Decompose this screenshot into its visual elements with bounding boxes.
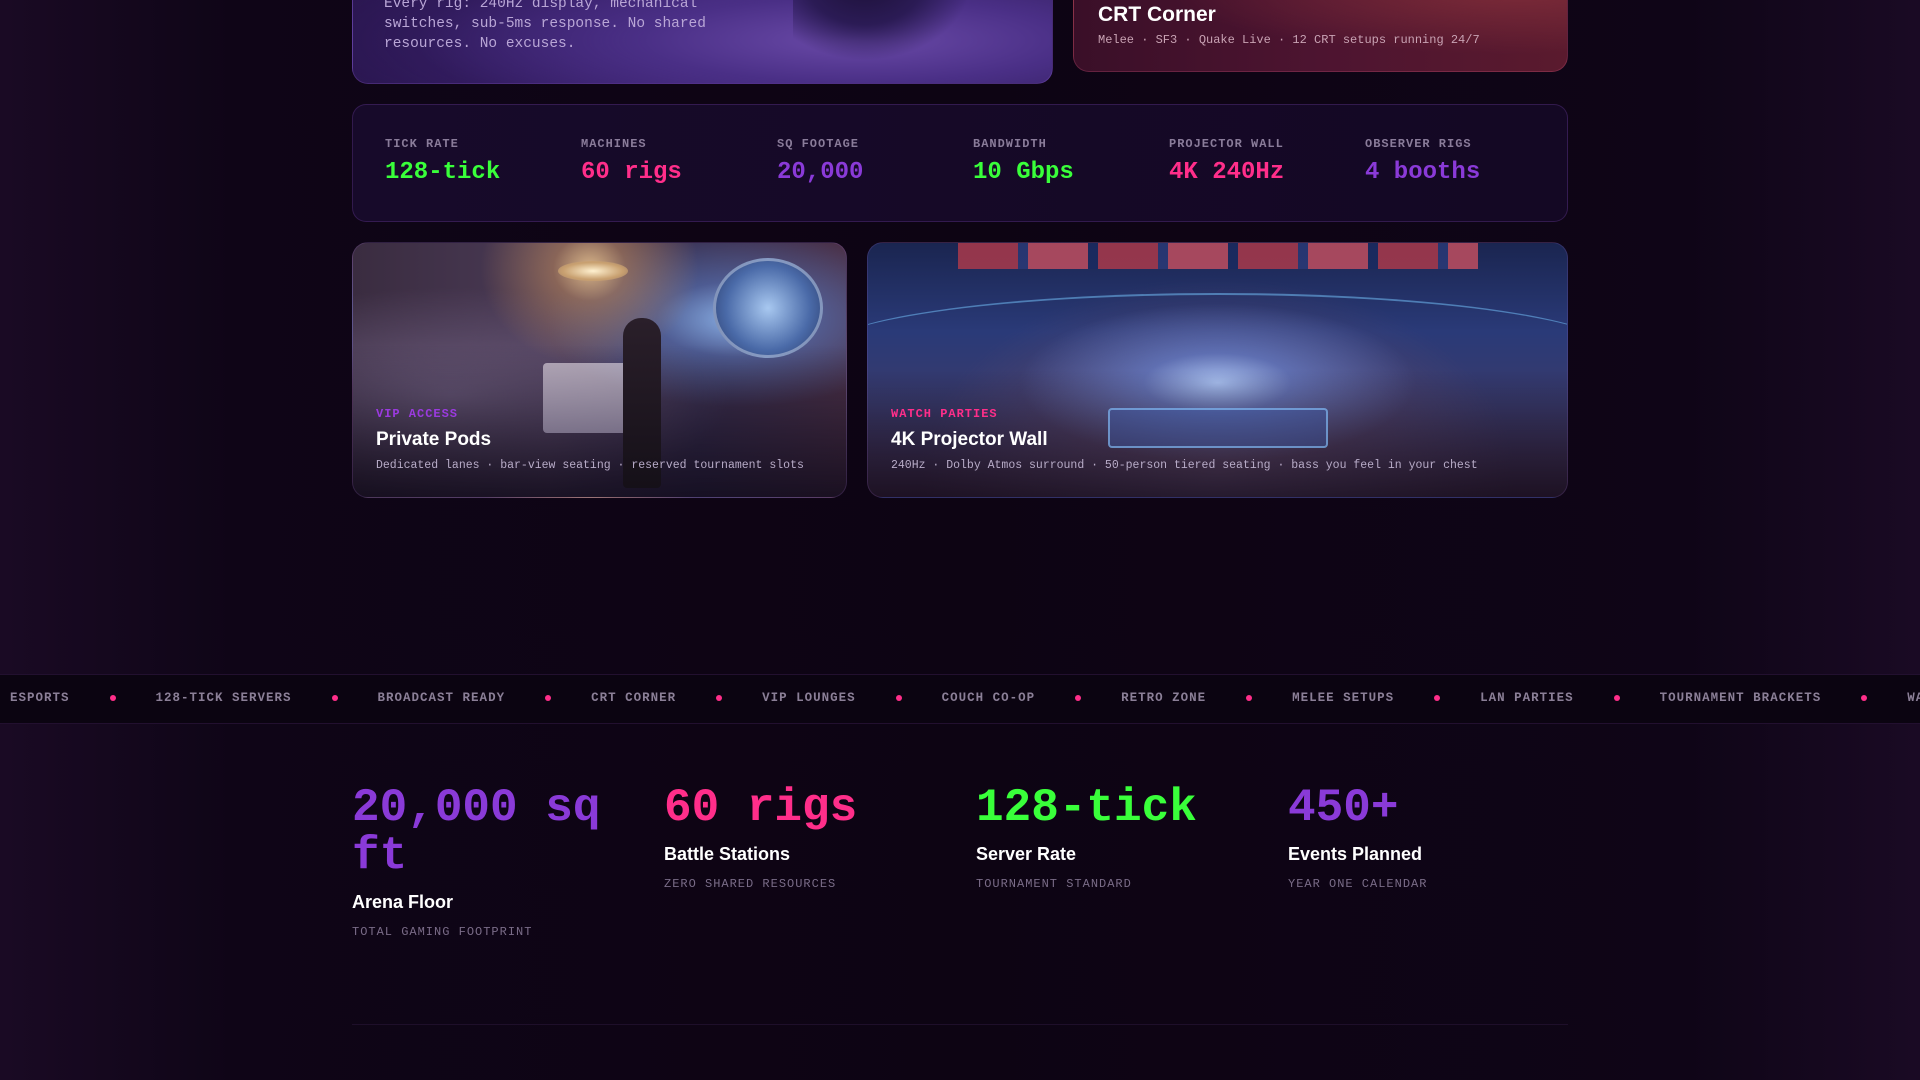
bullet-dot-icon (895, 695, 902, 701)
stat-value: 4K 240Hz (1169, 159, 1285, 186)
ticker-item: LAN PARTIES (1480, 691, 1660, 705)
rigs-feature-card: Every rig: 240Hz display, mechanical swi… (352, 0, 1053, 84)
ticker-item: 128-TICK SERVERS (156, 691, 378, 705)
chandelier-image (558, 261, 628, 281)
card-title: Private Pods (376, 429, 492, 450)
big-stat-subtitle: TOTAL GAMING FOOTPRINT (352, 925, 533, 939)
big-stat-subtitle: YEAR ONE CALENDAR (1288, 877, 1428, 891)
private-pods-card[interactable]: VIP ACCESS Private Pods Dedicated lanes … (352, 242, 847, 498)
stat-label: BANDWIDTH (973, 137, 1047, 151)
stat-value: 4 booths (1365, 159, 1481, 186)
big-stat-number: 20,000 sq ft (352, 782, 601, 882)
stat-label: TICK RATE (385, 137, 459, 151)
bar-counter-image (543, 363, 633, 433)
ticker-item: RETRO ZONE (1121, 691, 1292, 705)
big-stat-battle-stations: 60 rigs Battle Stations ZERO SHARED RESO… (664, 784, 944, 891)
big-stat-title: Server Rate (976, 844, 1077, 864)
stat-value: 10 Gbps (973, 159, 1074, 186)
big-stat-arena-floor: 20,000 sq ft Arena Floor TOTAL GAMING FO… (352, 784, 632, 939)
ticker-item: TOURNAMENT BRACKETS (1660, 691, 1908, 705)
window-image (713, 258, 823, 358)
bullet-dot-icon (1861, 695, 1868, 701)
card-tag: WATCH PARTIES (891, 407, 998, 421)
ticker-item: COUCH CO-OP (942, 691, 1122, 705)
big-stat-server-rate: 128-tick Server Rate TOURNAMENT STANDARD (976, 784, 1256, 891)
section-divider (352, 1024, 1568, 1025)
crt-corner-card[interactable]: CRT Corner Melee · SF3 · Quake Live · 12… (1073, 0, 1568, 72)
bullet-dot-icon (545, 695, 552, 701)
big-stat-title: Events Planned (1288, 844, 1423, 864)
arena-screens-image (958, 243, 1478, 269)
bullet-dot-icon (331, 695, 338, 701)
bullet-dot-icon (1075, 695, 1082, 701)
big-stat-title: Arena Floor (352, 892, 454, 912)
stat-value: 128-tick (385, 159, 501, 186)
ticker-item: VIP LOUNGES (762, 691, 942, 705)
stat-value: 60 rigs (581, 159, 682, 186)
ticker-item: WATCH PARTIES (1907, 691, 1920, 705)
bullet-dot-icon (716, 695, 723, 701)
stat-observer-rigs: OBSERVER RIGS 4 booths (1365, 137, 1480, 186)
specs-bar: TICK RATE 128-tick MACHINES 60 rigs SQ F… (352, 104, 1568, 222)
stat-value: 20,000 (777, 159, 864, 186)
arena-stage-image (1108, 408, 1328, 448)
ticker-track: ESPORTS 128-TICK SERVERS BROADCAST READY… (10, 691, 1920, 705)
big-stat-number: 60 rigs (664, 782, 858, 834)
arena-ring-image (868, 293, 1567, 413)
stat-projector-wall: PROJECTOR WALL 4K 240Hz (1169, 137, 1284, 186)
big-stat-number: 128-tick (976, 782, 1197, 834)
ticker-item: MELEE SETUPS (1292, 691, 1480, 705)
crt-corner-title: CRT Corner (1098, 3, 1216, 26)
stat-label: OBSERVER RIGS (1365, 137, 1472, 151)
stat-machines: MACHINES 60 rigs (581, 137, 682, 186)
stat-tick-rate: TICK RATE 128-tick (385, 137, 500, 186)
big-stat-number: 450+ (1288, 782, 1399, 834)
big-stat-subtitle: ZERO SHARED RESOURCES (664, 877, 837, 891)
stat-label: MACHINES (581, 137, 647, 151)
rigs-description: Every rig: 240Hz display, mechanical swi… (384, 0, 706, 52)
card-tag: VIP ACCESS (376, 407, 459, 421)
stat-sq-footage: SQ FOOTAGE 20,000 (777, 137, 863, 186)
bullet-dot-icon (1246, 695, 1253, 701)
projector-wall-card[interactable]: WATCH PARTIES 4K Projector Wall 240Hz · … (867, 242, 1568, 498)
card-description: Dedicated lanes · bar-view seating · res… (376, 459, 804, 472)
bullet-dot-icon (109, 695, 116, 701)
big-stat-subtitle: TOURNAMENT STANDARD (976, 877, 1132, 891)
bullet-dot-icon (1434, 695, 1441, 701)
card-description: 240Hz · Dolby Atmos surround · 50-person… (891, 459, 1478, 472)
card-title: 4K Projector Wall (891, 429, 1048, 450)
bullet-dot-icon (1613, 695, 1620, 701)
stat-bandwidth: BANDWIDTH 10 Gbps (973, 137, 1074, 186)
stat-label: SQ FOOTAGE (777, 137, 860, 151)
crt-corner-description: Melee · SF3 · Quake Live · 12 CRT setups… (1098, 33, 1480, 47)
big-stat-title: Battle Stations (664, 844, 791, 864)
ticker-item: ESPORTS (10, 691, 156, 705)
marquee-ticker: ESPORTS 128-TICK SERVERS BROADCAST READY… (0, 674, 1920, 724)
ticker-item: BROADCAST READY (378, 691, 592, 705)
card-image (793, 0, 973, 61)
ticker-item: CRT CORNER (591, 691, 762, 705)
stat-label: PROJECTOR WALL (1169, 137, 1284, 151)
big-stat-events-planned: 450+ Events Planned YEAR ONE CALENDAR (1288, 784, 1568, 891)
